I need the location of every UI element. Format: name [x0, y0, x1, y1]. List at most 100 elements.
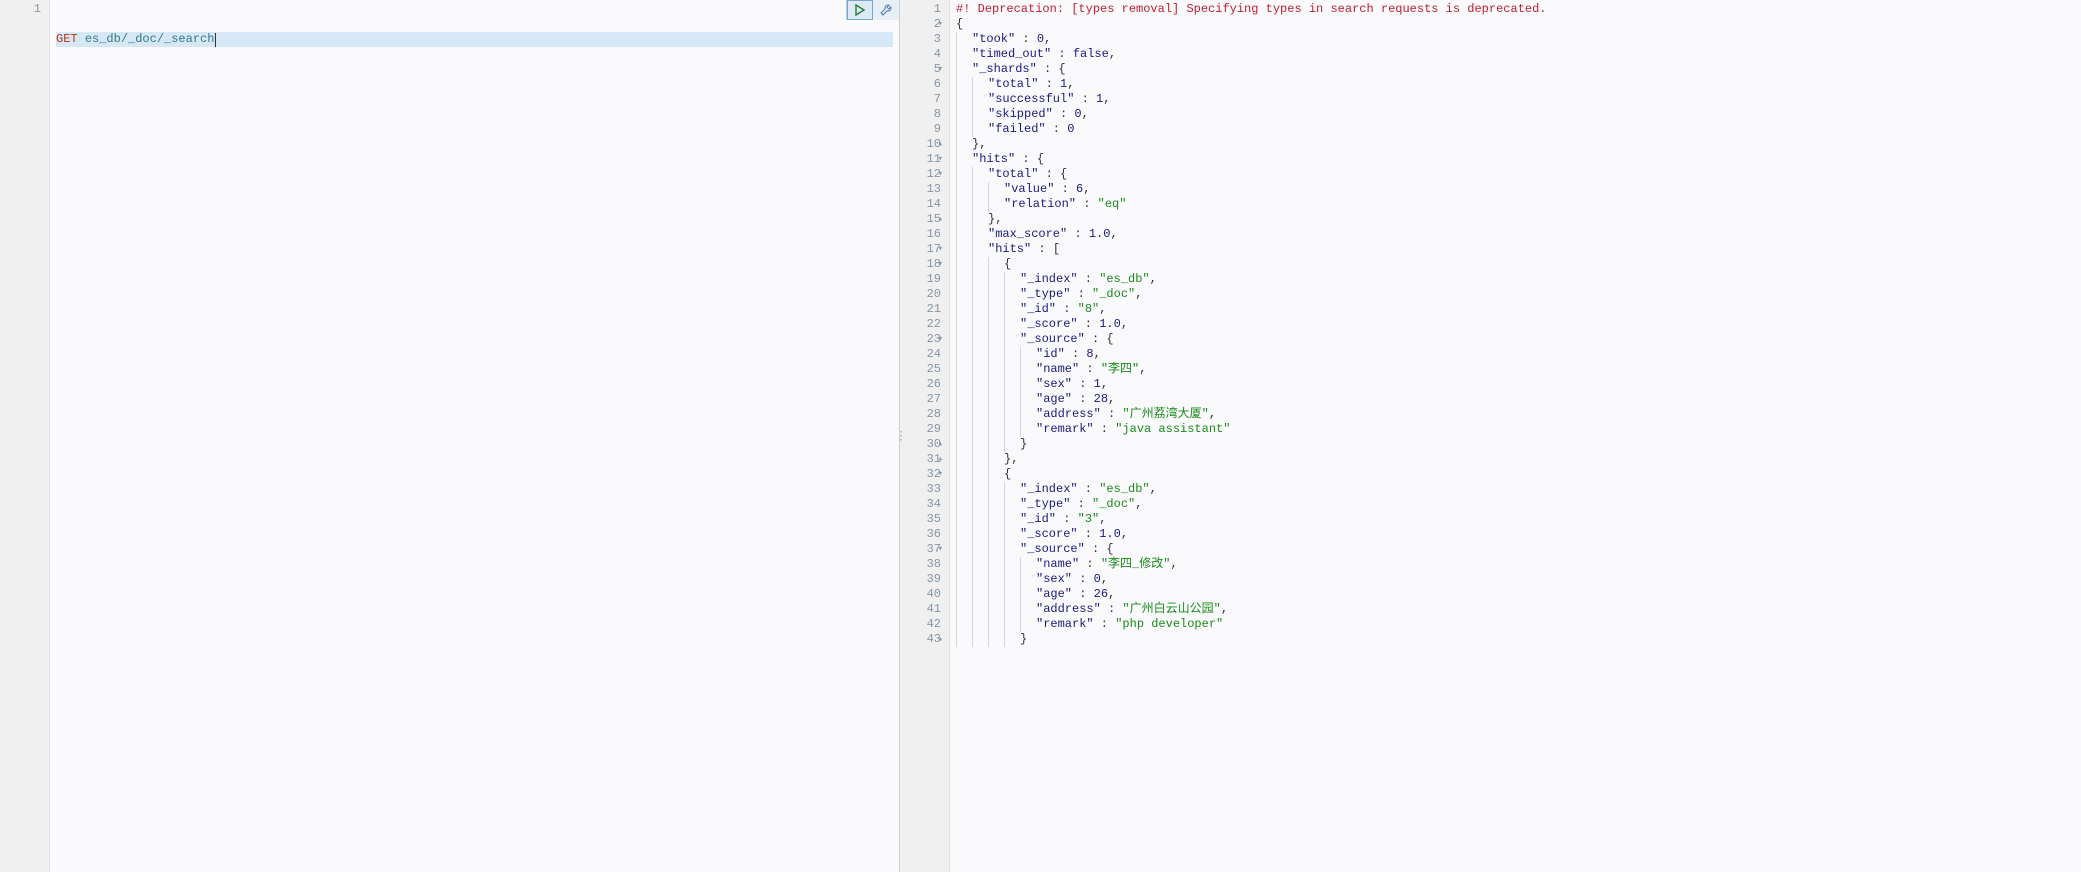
- indent-guide: [956, 452, 972, 467]
- line-number: 4: [904, 47, 941, 62]
- indent-guide: [972, 77, 988, 92]
- token-key: "_score": [1020, 527, 1078, 542]
- fold-close-icon[interactable]: ▴: [938, 632, 943, 647]
- fold-open-icon[interactable]: ▾: [938, 332, 943, 347]
- response-line: "failed" : 0: [956, 122, 2075, 137]
- token-num: 1: [1060, 77, 1067, 92]
- request-code[interactable]: GET es_db/_doc/_search: [50, 0, 899, 872]
- indent-guide: [972, 377, 988, 392]
- indent-guide: [988, 467, 1004, 482]
- fold-open-icon[interactable]: ▾: [938, 152, 943, 167]
- token-str: "3": [1078, 512, 1100, 527]
- indent-guide: [972, 362, 988, 377]
- token-key: "age": [1036, 392, 1072, 407]
- token-pun: :: [1046, 122, 1068, 137]
- fold-open-icon[interactable]: ▾: [938, 542, 943, 557]
- token-key: "name": [1036, 362, 1079, 377]
- indent-guide: [956, 347, 972, 362]
- token-pun: :: [1056, 512, 1078, 527]
- token-key: "total": [988, 167, 1038, 182]
- token-key: "name": [1036, 557, 1079, 572]
- indent-guide: [956, 92, 972, 107]
- indent-guide: [988, 197, 1004, 212]
- token-pun: :: [1078, 272, 1100, 287]
- http-method: GET: [56, 32, 78, 47]
- indent-guide: [988, 602, 1004, 617]
- token-pun: :: [1074, 92, 1096, 107]
- fold-close-icon[interactable]: ▴: [938, 437, 943, 452]
- indent-guide: [972, 452, 988, 467]
- line-number: 21: [904, 302, 941, 317]
- indent-guide: [956, 242, 972, 257]
- indent-guide: [1020, 362, 1036, 377]
- line-number: 14: [904, 197, 941, 212]
- response-line: "name" : "李四",: [956, 362, 2075, 377]
- fold-open-icon[interactable]: ▾: [938, 467, 943, 482]
- indent-guide: [956, 47, 972, 62]
- indent-guide: [988, 557, 1004, 572]
- indent-guide: [1004, 437, 1020, 452]
- fold-close-icon[interactable]: ▴: [938, 137, 943, 152]
- indent-guide: [972, 572, 988, 587]
- response-line: "total" : 1,: [956, 77, 2075, 92]
- line-number: 8: [904, 107, 941, 122]
- request-line[interactable]: GET es_db/_doc/_search: [56, 32, 893, 47]
- token-pun: :: [1067, 227, 1089, 242]
- token-key: "_index": [1020, 482, 1078, 497]
- response-line: "_index" : "es_db",: [956, 482, 2075, 497]
- token-key: "hits": [988, 242, 1031, 257]
- fold-open-icon[interactable]: ▾: [938, 167, 943, 182]
- indent-guide: [956, 122, 972, 137]
- indent-guide: [988, 392, 1004, 407]
- indent-guide: [988, 407, 1004, 422]
- line-number: 43▴: [904, 632, 941, 647]
- token-pun: :: [1015, 32, 1037, 47]
- token-bool: false: [1073, 47, 1109, 62]
- send-request-button[interactable]: [847, 0, 873, 20]
- indent-guide: [988, 347, 1004, 362]
- indent-guide: [1004, 392, 1020, 407]
- response-line: }: [956, 632, 2075, 647]
- text-cursor: [215, 33, 216, 47]
- indent-guide: [988, 257, 1004, 272]
- token-str: "es_db": [1099, 272, 1149, 287]
- token-key: "age": [1036, 587, 1072, 602]
- indent-guide: [1020, 617, 1036, 632]
- fold-open-icon[interactable]: ▾: [938, 17, 943, 32]
- response-line: "_source" : {: [956, 332, 2075, 347]
- token-pun: ,: [1121, 317, 1128, 332]
- indent-guide: [956, 527, 972, 542]
- fold-close-icon[interactable]: ▴: [938, 212, 943, 227]
- indent-guide: [972, 272, 988, 287]
- token-pun: },: [988, 212, 1002, 227]
- token-key: "remark": [1036, 617, 1094, 632]
- response-code[interactable]: #! Deprecation: [types removal] Specifyi…: [950, 0, 2081, 872]
- fold-open-icon[interactable]: ▾: [938, 62, 943, 77]
- token-pun: : [: [1031, 242, 1060, 257]
- indent-guide: [956, 302, 972, 317]
- wrench-button[interactable]: [873, 0, 899, 20]
- fold-open-icon[interactable]: ▾: [938, 257, 943, 272]
- response-line: },: [956, 212, 2075, 227]
- indent-guide: [956, 167, 972, 182]
- response-line: "_shards" : {: [956, 62, 2075, 77]
- line-number: 24: [904, 347, 941, 362]
- token-key: "address": [1036, 602, 1101, 617]
- response-line: "age" : 26,: [956, 587, 2075, 602]
- indent-guide: [972, 302, 988, 317]
- fold-open-icon[interactable]: ▾: [938, 242, 943, 257]
- response-line: },: [956, 137, 2075, 152]
- indent-guide: [1020, 587, 1036, 602]
- indent-guide: [972, 437, 988, 452]
- indent-guide: [1004, 362, 1020, 377]
- token-num: 0: [1037, 32, 1044, 47]
- indent-guide: [988, 542, 1004, 557]
- indent-guide: [1004, 497, 1020, 512]
- fold-close-icon[interactable]: ▴: [938, 452, 943, 467]
- panel-resize-handle[interactable]: ⋮: [895, 429, 908, 444]
- indent-guide: [1004, 317, 1020, 332]
- indent-guide: [956, 617, 972, 632]
- indent-guide: [1020, 377, 1036, 392]
- indent-guide: [972, 617, 988, 632]
- token-pun: :: [1078, 527, 1100, 542]
